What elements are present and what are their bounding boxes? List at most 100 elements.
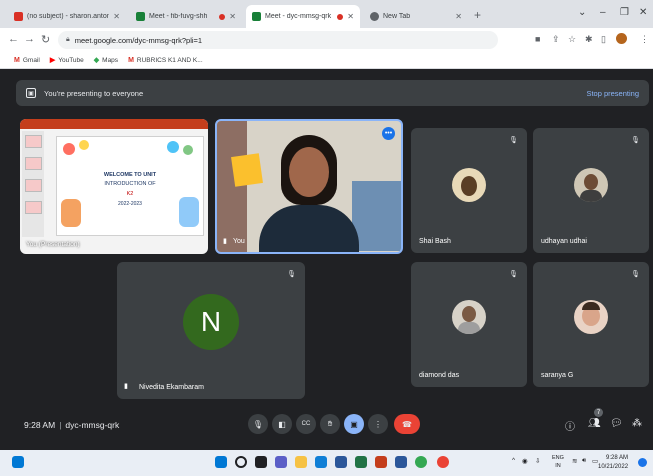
self-video-tile[interactable]: ••• ▮ You [215,119,403,254]
activities-icon[interactable]: ⁂ [632,418,642,429]
slide-title-line-2: INTRODUCTION OF [104,181,156,187]
close-icon[interactable]: ✕ [455,12,462,21]
language-indicator[interactable]: ENG IN [552,454,564,470]
chrome-tray-icon[interactable]: ◉ [522,457,528,465]
browser-tab-gmail[interactable]: (no subject) - sharon.antony@gr ✕ [8,5,126,28]
browser-tab-new[interactable]: New Tab ✕ [364,5,468,28]
separator: | [59,420,62,430]
browser-tab-meet-1[interactable]: Meet - fib-fuvg-shh ✕ [130,5,242,28]
wifi-icon[interactable]: ≋ [572,457,577,465]
chrome-profile-icon[interactable] [437,456,449,468]
windows-taskbar: ^ ◉ ⇩ ENG IN ≋ 🔊︎ ▭ 9:28 AM 10/21/2022 [0,450,653,476]
present-now-button[interactable]: ▣ [344,414,364,434]
video-background-shelf [352,181,401,251]
balloon-decoration [183,145,193,155]
meeting-controls: 9:28 AM | dyc-mmsg-qrk 🎙︎ ◧ CC ✋︎ ▣ ⋮ ☎︎ ⓘ… [0,406,653,446]
slide-thumbnail [25,179,42,192]
excel-icon[interactable] [355,456,367,468]
participant-tile-saranya-g[interactable]: 🎙︎ saranya G [533,262,649,387]
bookmark-maps[interactable]: ◆ Maps [93,56,118,65]
slide-canvas: WELCOME TO UNIT INTRODUCTION OF K2 2022-… [56,136,204,236]
edge-icon[interactable] [315,456,327,468]
meeting-time: 9:28 AM [24,420,56,430]
raise-hand-button[interactable]: ✋︎ [320,414,340,434]
profile-avatar[interactable] [616,33,627,44]
tab-search-icon[interactable]: ⌄ [578,7,586,18]
new-tab-button[interactable]: + [474,8,481,22]
more-options-icon[interactable]: ••• [382,127,395,140]
browser-toolbar: ← → ↻ 🔒︎ meet.google.com/dyc-mmsg-qrk?pl… [0,28,653,52]
participant-tile-shai-bash[interactable]: 🎙︎ Shai Bash [411,128,527,253]
slide-thumbnail [25,135,42,148]
close-icon[interactable]: ✕ [113,12,120,21]
address-bar[interactable]: 🔒︎ meet.google.com/dyc-mmsg-qrk?pli=1 [58,31,498,49]
camera-button[interactable]: ◧ [272,414,292,434]
participant-tile-udhayan-udhai[interactable]: 🎙︎ udhayan udhai [533,128,649,253]
balloon-decoration [167,141,179,153]
bookmark-star-icon[interactable]: ☆ [568,34,576,45]
store-icon[interactable] [335,456,347,468]
participant-tile-diamond-das[interactable]: 🎙︎ diamond das [411,262,527,387]
person-face [289,147,329,197]
browser-tab-meet-active[interactable]: Meet - dyc-mmsg-qrk ✕ [246,5,360,28]
volume-icon[interactable]: 🔊︎ [582,457,586,465]
captions-button[interactable]: CC [296,414,316,434]
recording-icon [219,13,226,20]
participant-tile-nivedita-ekambaram[interactable]: 🎙︎ N ▮ Nivedita Ekambaram [117,262,305,399]
stop-presenting-button[interactable]: Stop presenting [586,89,639,98]
forward-icon[interactable]: → [24,33,35,45]
windows-start-icon[interactable] [215,456,227,468]
url-text: meet.google.com/dyc-mmsg-qrk?pli=1 [74,35,203,45]
bookmark-rubrics[interactable]: M RUBRICS K1 AND K... [128,57,203,64]
meet-stage: ▣ You're presenting to everyone Stop pre… [0,69,653,450]
chat-app-icon[interactable] [275,456,287,468]
word-icon[interactable] [395,456,407,468]
reload-icon[interactable]: ↻ [41,33,50,46]
chat-icon[interactable]: 💬︎ [610,418,623,429]
notifications-icon[interactable] [638,458,647,467]
microphone-button[interactable]: 🎙︎ [248,414,268,434]
share-icon[interactable]: ⇪ [552,34,560,45]
file-explorer-icon[interactable] [295,456,307,468]
slide-thumbnail [25,157,42,170]
maps-icon: ◆ [93,57,100,64]
search-icon[interactable] [235,456,247,468]
slide-thumbnails [22,131,44,237]
close-icon[interactable]: ✕ [229,12,236,21]
task-view-icon[interactable] [255,456,267,468]
show-hidden-icons[interactable]: ^ [512,457,515,464]
gmail-icon: M [14,56,20,64]
back-icon[interactable]: ← [8,33,19,45]
lock-icon: 🔒︎ [66,36,70,43]
camera-icon: ◧ [278,419,286,429]
slide-title-line-3: K2 [126,191,134,197]
sidepanel-icon[interactable]: ▯ [601,34,606,45]
meet-icon [136,12,145,21]
leave-call-button[interactable]: ☎︎ [394,414,420,434]
extensions-icon[interactable]: ✱ [585,34,593,45]
people-icon[interactable]: 👥︎ [588,418,601,429]
bookmark-youtube[interactable]: ▶ YouTube [50,56,84,65]
menu-icon[interactable]: ⋮ [640,34,649,45]
desktop-icon[interactable] [12,456,24,468]
tile-name: You (Presentation) [26,241,80,248]
more-options-button[interactable]: ⋮ [368,414,388,434]
video-background-door [217,121,247,252]
chrome-icon[interactable] [415,456,427,468]
presentation-tile[interactable]: WELCOME TO UNIT INTRODUCTION OF K2 2022-… [20,119,208,254]
meeting-info: 9:28 AM | dyc-mmsg-qrk [24,420,119,430]
close-icon[interactable]: ✕ [347,12,354,21]
tab-label: New Tab [383,13,411,20]
usb-icon[interactable]: ⇩ [535,457,540,465]
powerpoint-icon[interactable] [375,456,387,468]
minimize-icon[interactable]: – [600,7,606,18]
restore-icon[interactable]: ❐ [620,7,629,18]
bookmark-gmail[interactable]: M Gmail [14,57,40,64]
slide-thumbnail [25,201,42,214]
camera-in-use-icon[interactable]: ■ [535,34,540,44]
taskbar-clock[interactable]: 9:28 AM 10/21/2022 [598,454,628,472]
close-window-icon[interactable]: ✕ [639,7,647,18]
slide-title-line-1: WELCOME TO UNIT [103,172,157,178]
browser-tabstrip: (no subject) - sharon.antony@gr ✕ Meet -… [0,0,653,28]
meeting-details-icon[interactable]: ⓘ [565,418,575,433]
